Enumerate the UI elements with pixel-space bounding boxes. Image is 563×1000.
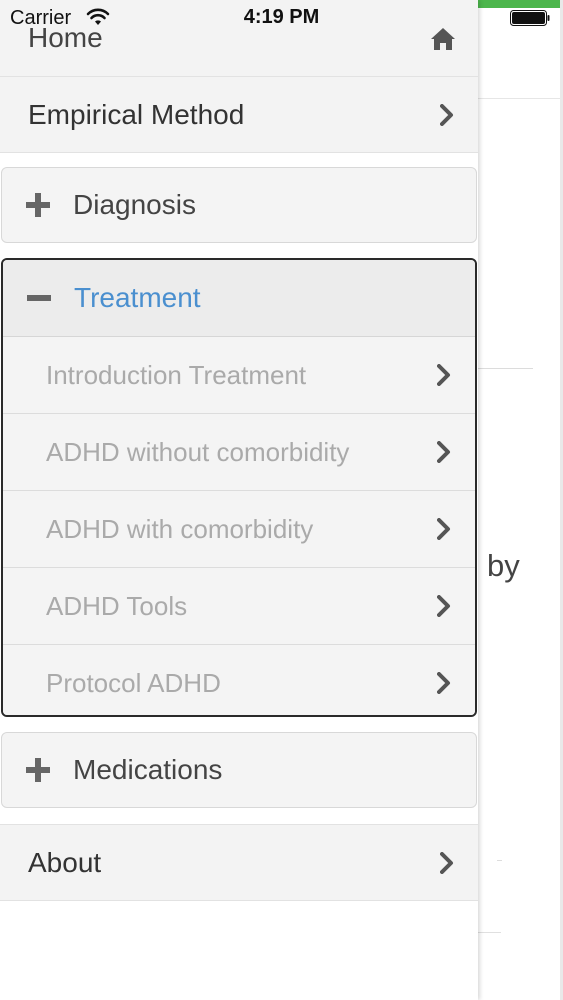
accordion-medications: Medications <box>1 732 477 808</box>
submenu-item-introduction-treatment[interactable]: Introduction Treatment <box>3 337 475 414</box>
chevron-right-icon <box>440 851 453 874</box>
content-divider-bottom <box>478 932 501 933</box>
content-divider <box>478 368 533 369</box>
chevron-right-icon <box>437 595 450 617</box>
side-menu-drawer: Home Empirical Method Diagnosis Treatmen… <box>0 0 478 1000</box>
chevron-right-icon <box>440 103 453 126</box>
plus-icon <box>26 193 50 217</box>
accordion-medications-header[interactable]: Medications <box>2 733 476 807</box>
accordion-treatment-label: Treatment <box>74 282 201 313</box>
header-divider <box>478 98 563 99</box>
submenu-item-label: Introduction Treatment <box>46 359 307 390</box>
submenu-item-adhd-tools[interactable]: ADHD Tools <box>3 568 475 645</box>
menu-item-empirical-label: Empirical Method <box>28 98 245 130</box>
submenu-item-label: Protocol ADHD <box>46 667 221 698</box>
minus-icon <box>27 295 51 301</box>
chevron-right-icon <box>437 364 450 386</box>
submenu-item-protocol-adhd[interactable]: Protocol ADHD <box>3 645 475 715</box>
submenu-item-adhd-without-comorbidity[interactable]: ADHD without comorbidity <box>3 414 475 491</box>
accordion-medications-label: Medications <box>73 754 223 785</box>
menu-item-home-label: Home <box>28 22 103 53</box>
submenu-item-label: ADHD without comorbidity <box>46 436 350 467</box>
menu-item-about-label: About <box>28 846 102 878</box>
chevron-right-icon <box>437 672 450 694</box>
submenu-item-label: ADHD with comorbidity <box>46 513 314 544</box>
accordion-diagnosis-label: Diagnosis <box>73 189 196 220</box>
menu-item-empirical-method[interactable]: Empirical Method <box>0 77 478 153</box>
plus-icon <box>26 758 50 782</box>
submenu-item-label: ADHD Tools <box>46 590 188 621</box>
progress-bar <box>478 0 563 8</box>
chevron-right-icon <box>437 518 450 540</box>
home-icon <box>431 28 455 50</box>
content-mark <box>497 860 502 861</box>
accordion-treatment: Treatment Introduction Treatment ADHD wi… <box>1 258 477 717</box>
main-content-background <box>478 0 563 1000</box>
accordion-diagnosis-header[interactable]: Diagnosis <box>2 168 476 242</box>
main-content-text: by <box>487 548 520 583</box>
chevron-right-icon <box>437 441 450 463</box>
accordion-diagnosis: Diagnosis <box>1 167 477 243</box>
accordion-treatment-header[interactable]: Treatment <box>3 260 475 337</box>
menu-item-home[interactable]: Home <box>0 0 478 77</box>
submenu-item-adhd-with-comorbidity[interactable]: ADHD with comorbidity <box>3 491 475 568</box>
menu-item-about[interactable]: About <box>0 824 478 901</box>
